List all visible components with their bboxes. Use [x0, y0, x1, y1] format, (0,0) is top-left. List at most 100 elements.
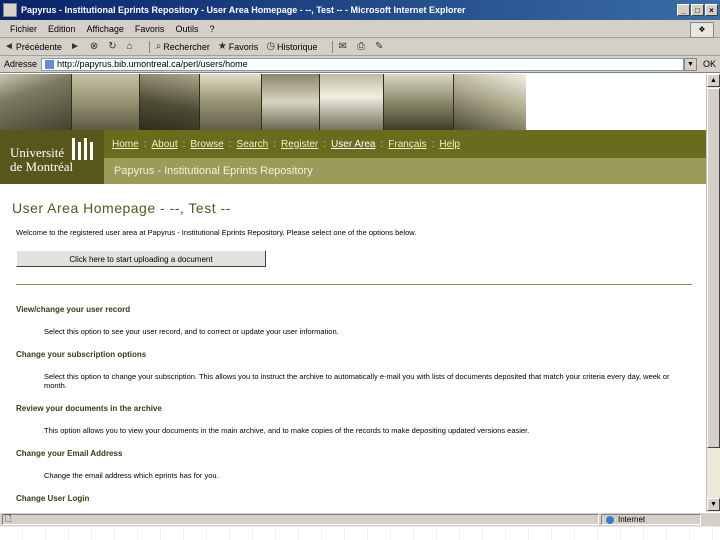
minimize-button[interactable]: _: [677, 4, 690, 16]
security-zone-label: Internet: [618, 515, 646, 524]
mail-icon: ✉: [338, 41, 347, 52]
menu-help[interactable]: ?: [209, 24, 214, 34]
university-name-line1: Université: [10, 145, 65, 160]
menu-affichage[interactable]: Affichage: [87, 24, 124, 34]
maximize-button[interactable]: □: [691, 4, 704, 16]
window-controls: _ □ ×: [677, 4, 718, 16]
history-button-label: Historique: [277, 41, 318, 52]
campus-photo: [384, 74, 454, 130]
home-icon: ⌂: [126, 41, 133, 52]
internet-zone-icon: [606, 515, 614, 524]
menu-edition[interactable]: Edition: [48, 24, 76, 34]
search-button-label: Rechercher: [163, 41, 210, 52]
scroll-down-button[interactable]: ▼: [707, 498, 720, 511]
history-icon: ◷: [266, 41, 276, 52]
option-subscription-link[interactable]: Change your subscription options: [16, 350, 146, 359]
repository-name: Papyrus - Institutional Eprints Reposito…: [104, 158, 706, 184]
toolbar-separator: [331, 40, 333, 53]
slide-bottom-band: [0, 526, 720, 540]
campus-photo: [454, 74, 526, 130]
page-title: User Area Homepage - --, Test --: [12, 200, 231, 216]
start-upload-button[interactable]: Click here to start uploading a document: [16, 250, 266, 267]
address-dropdown-button[interactable]: ▼: [683, 57, 697, 71]
address-bar: Adresse http://papyrus.bib.umontreal.ca/…: [0, 56, 720, 73]
campus-photo: [140, 74, 200, 130]
home-button[interactable]: ⌂: [127, 41, 135, 52]
nav-browse[interactable]: Browse: [190, 139, 223, 150]
option-subscription-description: Select this option to change your subscr…: [44, 372, 670, 390]
stop-icon: ⊗: [89, 41, 99, 52]
back-button-label: Précédente: [15, 41, 62, 52]
option-view-user-record-description: Select this option to see your user reco…: [44, 327, 339, 336]
option-change-email-link[interactable]: Change your Email Address: [16, 449, 122, 458]
university-logo[interactable]: Université de Montréal: [0, 130, 104, 184]
favorites-star-icon: ★: [217, 41, 227, 52]
window-titlebar: Papyrus - Institutional Eprints Reposito…: [0, 0, 720, 20]
toolbar: ◄ Précédente ► ⊗ ↻ ⌂ ⌕ Rechercher ★ Favo…: [0, 38, 720, 56]
print-icon: ⎙: [356, 41, 365, 52]
nav-user-area[interactable]: User Area: [331, 139, 375, 150]
windows-logo-icon: ❖: [690, 22, 714, 38]
security-zone: Internet: [601, 514, 701, 525]
nav-home[interactable]: Home: [112, 139, 139, 150]
university-name-line2: de Montréal: [10, 159, 74, 174]
nav-search[interactable]: Search: [237, 139, 269, 150]
ie-app-icon: [3, 3, 17, 17]
history-button[interactable]: ◷ Historique: [266, 41, 317, 52]
menu-outils[interactable]: Outils: [175, 24, 198, 34]
status-text-area: 🗋: [2, 514, 599, 525]
nav-help[interactable]: Help: [439, 139, 460, 150]
menu-fichier[interactable]: Fichier: [10, 24, 37, 34]
go-button[interactable]: OK: [703, 59, 716, 69]
nav-about[interactable]: About: [151, 139, 177, 150]
campus-photo: [200, 74, 262, 130]
toolbar-separator: [148, 40, 150, 53]
nav-separator: :: [431, 138, 435, 150]
divider: [16, 284, 692, 285]
nav-separator: :: [273, 138, 276, 150]
scrollbar-thumb[interactable]: [707, 88, 720, 448]
site-navigation: Home : About : Browse : Search : Registe…: [104, 130, 706, 158]
refresh-button[interactable]: ↻: [108, 41, 118, 52]
option-view-user-record-link[interactable]: View/change your user record: [16, 305, 130, 314]
vertical-scrollbar[interactable]: ▲ ▼: [706, 74, 720, 512]
page-done-icon: 🗋: [5, 513, 12, 523]
search-icon: ⌕: [155, 41, 162, 52]
nav-separator: :: [143, 138, 147, 150]
page-content: Université de Montréal Home : About : Br…: [0, 74, 706, 512]
header-photo-banner: [0, 74, 526, 130]
page-icon: [45, 59, 55, 69]
status-bar: 🗋 Internet: [0, 512, 720, 526]
campus-photo: [262, 74, 320, 130]
menu-bar: Fichier Edition Affichage Favoris Outils…: [0, 20, 720, 38]
refresh-icon: ↻: [108, 41, 117, 52]
option-review-documents-link[interactable]: Review your documents in the archive: [16, 404, 162, 413]
address-input[interactable]: http://papyrus.bib.umontreal.ca/perl/use…: [41, 57, 684, 71]
close-button[interactable]: ×: [705, 4, 718, 16]
campus-photo: [0, 74, 72, 130]
nav-separator: :: [323, 138, 327, 150]
nav-register[interactable]: Register: [281, 139, 318, 150]
favorites-button-label: Favoris: [228, 41, 259, 52]
forward-arrow-icon: ►: [69, 41, 80, 52]
back-button[interactable]: ◄ Précédente: [4, 41, 62, 52]
mail-button[interactable]: ✉: [339, 41, 349, 52]
forward-button[interactable]: ►: [70, 41, 82, 52]
edit-icon: ✎: [374, 41, 384, 52]
menu-favoris[interactable]: Favoris: [135, 24, 165, 34]
favorites-button[interactable]: ★ Favoris: [218, 41, 258, 52]
option-change-login-link[interactable]: Change User Login: [16, 494, 89, 503]
stop-button[interactable]: ⊗: [90, 41, 100, 52]
campus-photo: [320, 74, 384, 130]
address-url: http://papyrus.bib.umontreal.ca/perl/use…: [57, 59, 248, 69]
nav-separator: :: [380, 138, 384, 150]
edit-button[interactable]: ✎: [375, 41, 385, 52]
university-emblem-icon: [72, 138, 96, 160]
campus-photo: [72, 74, 140, 130]
option-review-documents-description: This option allows you to view your docu…: [44, 426, 530, 435]
window-title: Papyrus - Institutional Eprints Reposito…: [21, 5, 466, 15]
print-button[interactable]: ⎙: [357, 41, 367, 52]
scroll-up-button[interactable]: ▲: [707, 74, 720, 87]
search-button[interactable]: ⌕ Rechercher: [156, 41, 210, 52]
nav-francais[interactable]: Français: [388, 139, 426, 150]
